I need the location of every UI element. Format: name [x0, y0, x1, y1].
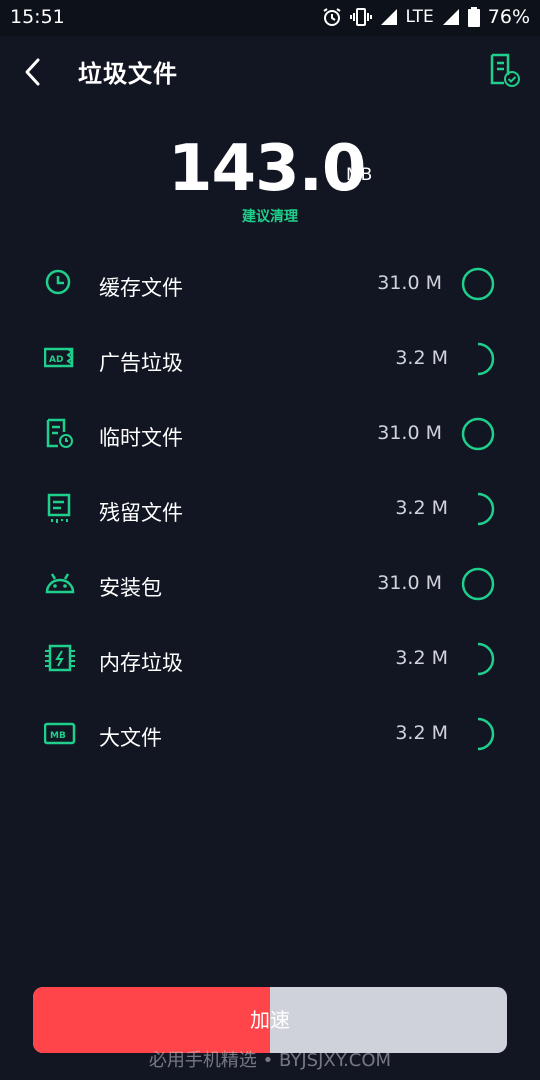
loading-spinner-icon: [460, 716, 496, 752]
junk-item-size: 31.0 M: [377, 272, 442, 294]
junk-item-label: 缓存文件: [99, 276, 183, 300]
battery-icon: [467, 7, 480, 27]
status-bar: 15:51 LTE 76%: [0, 0, 540, 36]
chevron-left-icon: [18, 58, 50, 94]
memory-chip-icon: [44, 643, 76, 675]
junk-item-label: 内存垃圾: [99, 651, 183, 675]
report-button[interactable]: [488, 52, 522, 88]
signal-icon: [380, 8, 398, 26]
speed-up-button[interactable]: 加速: [33, 987, 507, 1053]
report-check-icon: [488, 53, 522, 92]
junk-item-label: 大文件: [99, 726, 162, 750]
watermark-text: 必用手机精选 • BYJSJXY.COM: [148, 1050, 392, 1071]
junk-item-memory[interactable]: 内存垃圾 3.2 M: [0, 621, 540, 696]
android-icon: [44, 568, 76, 600]
junk-item-size: 31.0 M: [377, 422, 442, 444]
junk-item-size: 3.2 M: [395, 497, 448, 519]
svg-text:AD: AD: [49, 355, 63, 365]
junk-item-ads[interactable]: AD 广告垃圾 3.2 M: [0, 321, 540, 396]
junk-item-label: 广告垃圾: [99, 351, 183, 375]
junk-list: 缓存文件 31.0 M AD 广告垃圾 3.2 M 临时文件 31.0 M 残留…: [0, 246, 540, 771]
junk-item-cache[interactable]: 缓存文件 31.0 M: [0, 246, 540, 321]
back-button[interactable]: [18, 54, 50, 90]
total-size-unit: MB: [346, 165, 373, 185]
junk-item-size: 3.2 M: [395, 647, 448, 669]
loading-spinner-icon: [460, 641, 496, 677]
junk-item-large[interactable]: MB 大文件 3.2 M: [0, 696, 540, 771]
junk-item-size: 3.2 M: [395, 347, 448, 369]
ad-icon: AD: [43, 343, 76, 375]
status-icons: LTE 76%: [322, 6, 530, 28]
checked-circle-icon[interactable]: [460, 416, 496, 452]
total-size-value: 143.0: [168, 132, 366, 206]
network-type: LTE: [405, 7, 434, 27]
checked-circle-icon[interactable]: [460, 566, 496, 602]
junk-summary: 143.0 MB 建议清理: [0, 132, 540, 232]
page-title: 垃圾文件: [78, 60, 178, 88]
vibrate-icon: [349, 7, 372, 27]
checked-circle-icon[interactable]: [460, 266, 496, 302]
signal-icon-2: [442, 8, 460, 26]
junk-item-label: 临时文件: [99, 426, 183, 450]
junk-item-label: 残留文件: [99, 501, 183, 525]
mb-icon: MB: [43, 718, 76, 750]
clock-icon: [44, 268, 76, 300]
svg-text:MB: MB: [50, 731, 66, 741]
header: 垃圾文件: [0, 36, 540, 108]
junk-item-label: 安装包: [99, 576, 162, 600]
junk-item-apk[interactable]: 安装包 31.0 M: [0, 546, 540, 621]
junk-item-size: 3.2 M: [395, 722, 448, 744]
residual-file-icon: [44, 493, 76, 525]
status-time: 15:51: [10, 6, 65, 28]
junk-item-residual[interactable]: 残留文件 3.2 M: [0, 471, 540, 546]
junk-item-temp[interactable]: 临时文件 31.0 M: [0, 396, 540, 471]
alarm-icon: [322, 7, 342, 27]
speed-up-label: 加速: [250, 1008, 290, 1032]
advice-text: 建议清理: [242, 209, 298, 225]
loading-spinner-icon: [460, 491, 496, 527]
junk-item-size: 31.0 M: [377, 572, 442, 594]
battery-percentage: 76%: [487, 6, 530, 28]
loading-spinner-icon: [460, 341, 496, 377]
temp-file-icon: [44, 418, 76, 450]
